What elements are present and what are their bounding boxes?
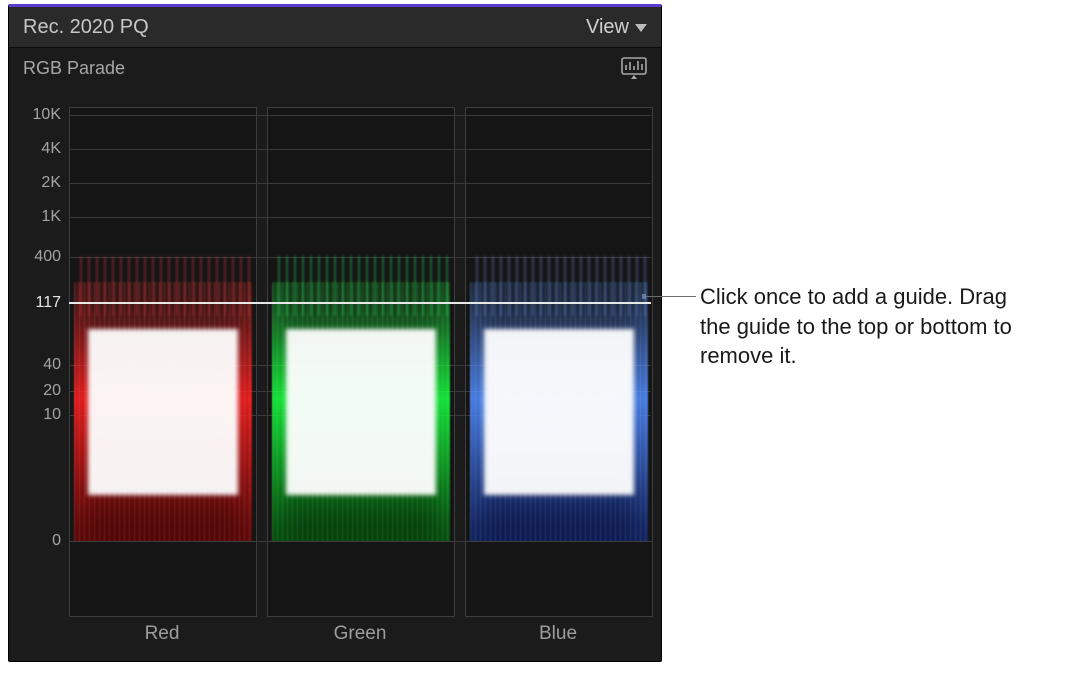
- channel-label-green: Green: [267, 623, 453, 645]
- scope-settings-icon[interactable]: [621, 57, 647, 79]
- view-menu-label: View: [586, 16, 629, 39]
- channel-label-red: Red: [69, 623, 255, 645]
- y-tick: 0: [52, 532, 61, 550]
- y-tick: 10K: [33, 106, 61, 124]
- y-tick: 4K: [41, 140, 61, 158]
- panel-subheader: RGB Parade: [9, 48, 661, 88]
- chevron-down-icon: [635, 24, 647, 32]
- y-tick: 1K: [41, 208, 61, 226]
- waveform-red: [74, 282, 252, 542]
- y-tick: 20: [43, 382, 61, 400]
- scope-title: RGB Parade: [23, 58, 125, 79]
- y-tick: 2K: [41, 174, 61, 192]
- gridline: [69, 115, 651, 116]
- gridline: [69, 217, 651, 218]
- y-axis: 10K 4K 2K 1K 400 117 40 20 10 0: [9, 107, 65, 617]
- callout-leader-line: [644, 296, 696, 297]
- callout-text: Click once to add a guide. Drag the guid…: [700, 282, 1040, 371]
- view-menu-button[interactable]: View: [586, 16, 647, 39]
- waveform-green: [272, 282, 450, 542]
- channel-labels: Red Green Blue: [69, 623, 651, 645]
- waveform-blue: [470, 282, 648, 542]
- y-tick: 10: [43, 406, 61, 424]
- y-tick: 40: [43, 356, 61, 374]
- gridline: [69, 149, 651, 150]
- gridline: [69, 183, 651, 184]
- y-tick: 400: [34, 248, 61, 266]
- channel-label-blue: Blue: [465, 623, 651, 645]
- panel-header: Rec. 2020 PQ View: [9, 7, 661, 48]
- color-space-label[interactable]: Rec. 2020 PQ: [23, 16, 149, 39]
- guide-value-label: 117: [35, 294, 61, 312]
- video-scopes-panel: Rec. 2020 PQ View RGB Parade: [8, 4, 662, 662]
- guide-line[interactable]: [69, 302, 651, 304]
